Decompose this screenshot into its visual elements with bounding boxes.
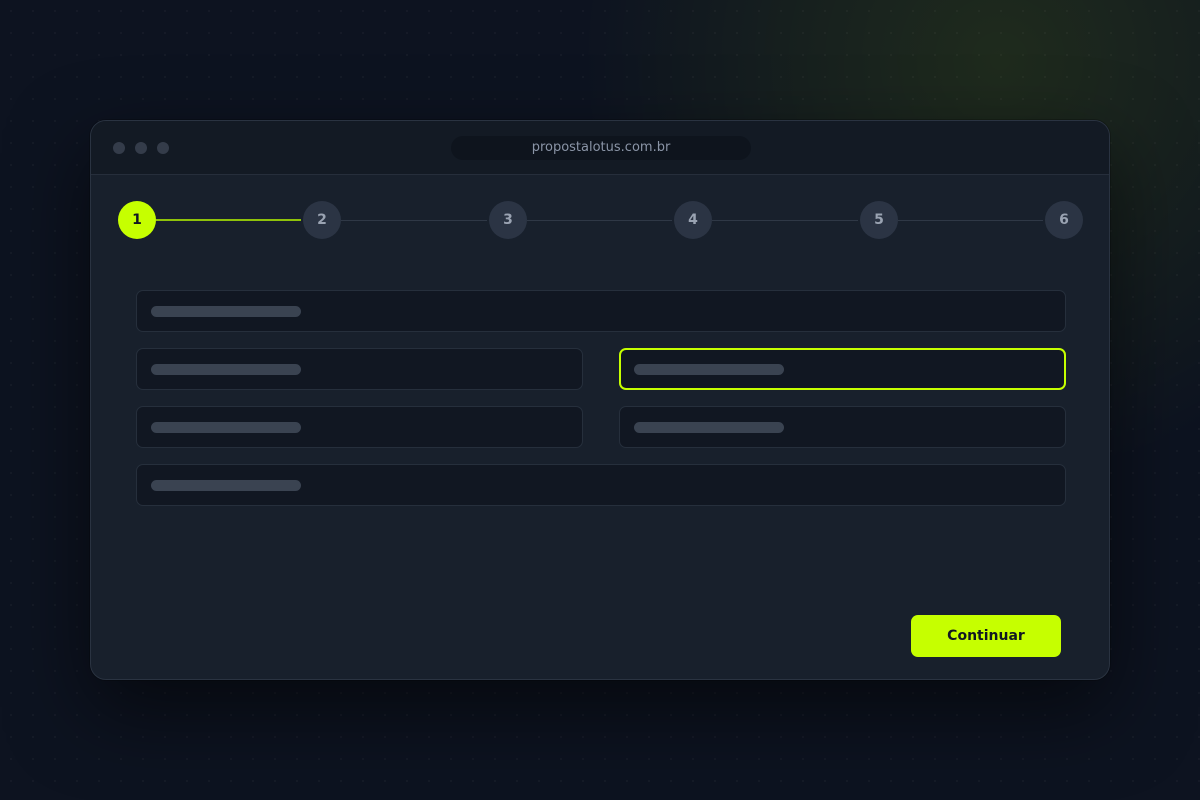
placeholder-skeleton [151,364,301,375]
browser-titlebar: propostalotus.com.br [91,121,1109,175]
form-field-1[interactable] [136,290,1066,332]
step-2[interactable]: 2 [303,201,341,239]
form-field-3-focused[interactable] [619,348,1066,390]
placeholder-skeleton [151,480,301,491]
form-field-2[interactable] [136,348,583,390]
window-close-dot-icon[interactable] [113,142,125,154]
step-1[interactable]: 1 [118,201,156,239]
window-maximize-dot-icon[interactable] [157,142,169,154]
placeholder-skeleton [634,422,784,433]
step-connector-4-5 [712,220,858,221]
form-field-4[interactable] [136,406,583,448]
placeholder-skeleton [151,306,301,317]
step-connector-5-6 [898,220,1043,221]
step-5[interactable]: 5 [860,201,898,239]
form-field-6[interactable] [136,464,1066,506]
window-minimize-dot-icon[interactable] [135,142,147,154]
browser-window: propostalotus.com.br 1 2 3 4 5 6 Continu… [90,120,1110,680]
step-4[interactable]: 4 [674,201,712,239]
address-bar[interactable]: propostalotus.com.br [451,136,751,160]
progress-stepper: 1 2 3 4 5 6 [91,175,1109,265]
step-connector-1-2 [156,219,301,221]
placeholder-skeleton [634,364,784,375]
continue-button[interactable]: Continuar [911,615,1061,657]
step-connector-3-4 [527,220,672,221]
form-field-5[interactable] [619,406,1066,448]
placeholder-skeleton [151,422,301,433]
step-3[interactable]: 3 [489,201,527,239]
step-connector-2-3 [341,220,487,221]
step-6[interactable]: 6 [1045,201,1083,239]
